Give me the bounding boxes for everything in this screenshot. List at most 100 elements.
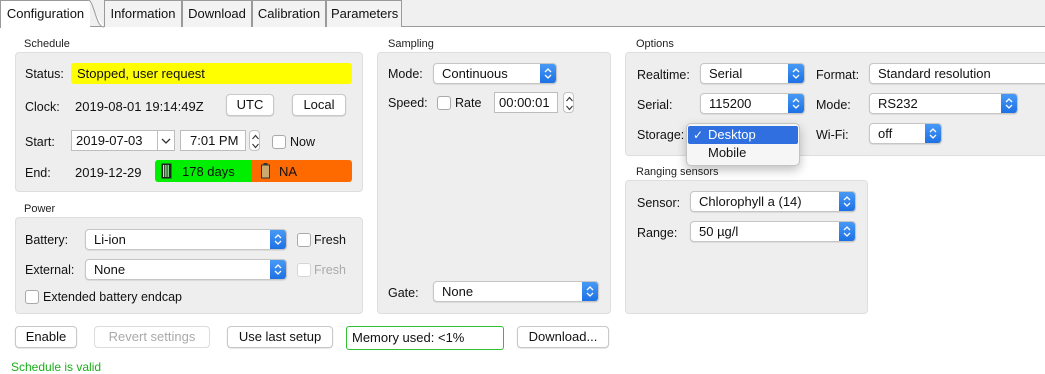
start-time-field[interactable]: 7:01 PM bbox=[180, 130, 246, 151]
stepper-arrows-icon bbox=[252, 134, 259, 149]
use-last-setup-button[interactable]: Use last setup bbox=[227, 326, 333, 348]
external-select[interactable]: None bbox=[85, 259, 287, 280]
revert-settings-button[interactable]: Revert settings bbox=[94, 326, 210, 348]
now-checkbox[interactable] bbox=[272, 135, 286, 149]
serial-label: Serial: bbox=[637, 98, 673, 112]
serial-select[interactable]: 115200 bbox=[700, 93, 805, 114]
range-select-value: 50 µg/l bbox=[699, 224, 739, 239]
options-mode-value: RS232 bbox=[878, 96, 918, 111]
battery-label: Battery: bbox=[25, 233, 69, 247]
clock-value: 2019-08-01 19:14:49Z bbox=[75, 99, 204, 114]
end-date: 2019-12-29 bbox=[75, 165, 142, 180]
fresh-external-checkbox[interactable] bbox=[297, 263, 311, 277]
tab-parameters[interactable]: Parameters bbox=[326, 0, 402, 27]
local-button[interactable]: Local bbox=[292, 94, 346, 116]
chevron-down-icon bbox=[161, 138, 171, 144]
serial-select-value: 115200 bbox=[709, 96, 752, 111]
storage-option-mobile[interactable]: Mobile bbox=[688, 144, 798, 162]
popup-arrows-icon bbox=[839, 222, 855, 241]
status-message: Schedule is valid bbox=[11, 360, 102, 374]
date-dropdown-button[interactable] bbox=[157, 130, 175, 151]
wifi-label: Wi-Fi: bbox=[816, 128, 849, 142]
realtime-select[interactable]: Serial bbox=[700, 63, 805, 84]
battery-icon bbox=[261, 163, 270, 179]
utc-button[interactable]: UTC bbox=[226, 94, 274, 116]
tab-information[interactable]: Information bbox=[104, 0, 182, 27]
checkmark-icon: ✓ bbox=[693, 128, 704, 142]
sensor-select[interactable]: Chlorophyll a (14) bbox=[690, 191, 856, 212]
tab-edge bbox=[88, 0, 104, 28]
storage-option-desktop-label: Desktop bbox=[708, 127, 756, 142]
status-value: Stopped, user request bbox=[71, 63, 352, 84]
tab-download[interactable]: Download bbox=[182, 0, 252, 27]
gate-label: Gate: bbox=[388, 286, 419, 300]
storage-menu: ✓ Desktop Mobile bbox=[686, 123, 800, 166]
popup-arrows-icon bbox=[788, 64, 804, 83]
external-select-value: None bbox=[94, 262, 126, 277]
sampling-mode-label: Mode: bbox=[388, 67, 423, 81]
rate-label: Rate bbox=[455, 96, 482, 110]
format-label: Format: bbox=[816, 68, 860, 82]
storage-option-mobile-label: Mobile bbox=[708, 145, 747, 160]
battery-select-value: Li-ion bbox=[94, 232, 126, 247]
status-label: Status: bbox=[25, 67, 64, 81]
popup-arrows-icon bbox=[270, 230, 286, 249]
gate-select-value: None bbox=[442, 284, 474, 299]
tab-configuration[interactable]: Configuration bbox=[0, 0, 90, 28]
memory-used-indicator: Memory used: <1% bbox=[346, 326, 504, 350]
schedule-group-title: Schedule bbox=[24, 38, 70, 50]
clock-label: Clock: bbox=[25, 100, 60, 114]
gate-select[interactable]: None bbox=[433, 281, 599, 302]
popup-arrows-icon bbox=[788, 94, 804, 113]
popup-arrows-icon bbox=[540, 64, 556, 83]
options-mode-label: Mode: bbox=[816, 98, 851, 112]
storage-option-desktop[interactable]: ✓ Desktop bbox=[688, 126, 798, 144]
popup-arrows-icon bbox=[270, 260, 286, 279]
speed-label: Speed: bbox=[388, 96, 428, 110]
format-select[interactable]: Standard resolution bbox=[869, 63, 1045, 84]
ranging-group-title: Ranging sensors bbox=[636, 166, 719, 178]
fresh-external-label: Fresh bbox=[314, 263, 346, 277]
tab-calibration[interactable]: Calibration bbox=[252, 0, 326, 27]
download-button[interactable]: Download... bbox=[517, 326, 609, 348]
options-group-title: Options bbox=[636, 38, 674, 50]
start-label: Start: bbox=[25, 135, 55, 149]
power-group-title: Power bbox=[24, 203, 56, 215]
range-select[interactable]: 50 µg/l bbox=[690, 221, 856, 242]
memory-duration-value: 178 days bbox=[182, 164, 235, 179]
popup-arrows-icon bbox=[925, 124, 941, 143]
rate-field[interactable]: 00:00:01 bbox=[494, 92, 558, 113]
realtime-label: Realtime: bbox=[637, 68, 690, 82]
extended-endcap-label: Extended battery endcap bbox=[43, 290, 182, 304]
battery-duration-bar: NA bbox=[252, 160, 352, 182]
end-label: End: bbox=[25, 166, 51, 180]
battery-duration-value: NA bbox=[279, 164, 298, 179]
format-select-value: Standard resolution bbox=[878, 66, 991, 81]
battery-select[interactable]: Li-ion bbox=[85, 229, 287, 250]
external-label: External: bbox=[25, 263, 75, 277]
now-label: Now bbox=[290, 135, 316, 149]
realtime-select-value: Serial bbox=[709, 66, 743, 81]
rate-stepper[interactable] bbox=[563, 92, 574, 113]
range-label: Range: bbox=[637, 226, 678, 240]
extended-endcap-checkbox[interactable] bbox=[25, 290, 39, 304]
enable-button[interactable]: Enable bbox=[15, 326, 77, 348]
sensor-label: Sensor: bbox=[637, 196, 681, 210]
fresh-checkbox[interactable] bbox=[297, 233, 311, 247]
wifi-select-value: off bbox=[878, 126, 893, 141]
wifi-select[interactable]: off bbox=[869, 123, 942, 144]
memory-card-icon bbox=[161, 163, 172, 179]
popup-arrows-icon bbox=[582, 282, 598, 301]
storage-label: Storage: bbox=[637, 128, 685, 142]
sensor-select-value: Chlorophyll a (14) bbox=[699, 194, 802, 209]
sampling-mode-value: Continuous bbox=[442, 66, 508, 81]
popup-arrows-icon bbox=[839, 192, 855, 211]
rate-checkbox[interactable] bbox=[437, 96, 451, 110]
memory-duration-bar: 178 days bbox=[155, 160, 252, 182]
start-date-field[interactable]: 2019-07-03 bbox=[71, 130, 159, 151]
options-mode-select[interactable]: RS232 bbox=[869, 93, 1018, 114]
tab-bar: Configuration Information Download Calib… bbox=[0, 0, 1045, 28]
sampling-mode-select[interactable]: Continuous bbox=[433, 63, 557, 84]
popup-arrows-icon bbox=[1001, 94, 1017, 113]
time-stepper[interactable] bbox=[249, 130, 260, 151]
